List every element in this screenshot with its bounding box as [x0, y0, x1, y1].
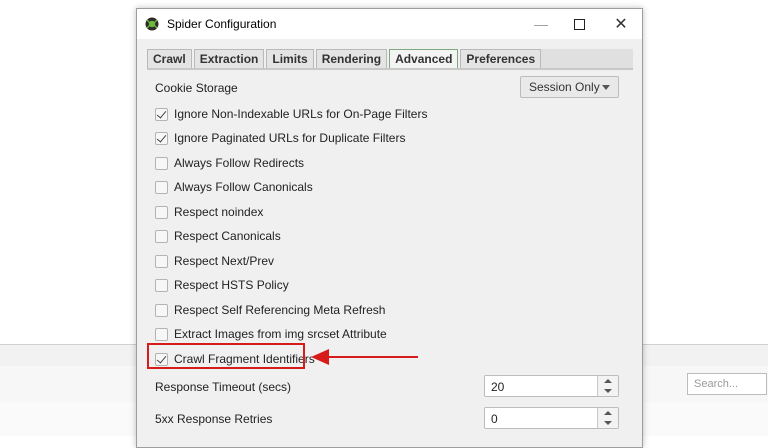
option-label: Always Follow Canonicals [174, 180, 313, 194]
option-respect-next-prev[interactable]: Respect Next/Prev [155, 254, 274, 268]
spin-up-icon[interactable] [604, 379, 612, 383]
checkbox[interactable] [155, 254, 168, 268]
option-label: Respect Next/Prev [174, 254, 275, 268]
tab-rendering[interactable]: Rendering [315, 49, 388, 68]
checkbox[interactable] [155, 156, 168, 170]
option-respect-meta-refresh[interactable]: Respect Self Referencing Meta Refresh [155, 303, 385, 317]
option-ignore-paginated[interactable]: Ignore Paginated URLs for Duplicate Filt… [155, 131, 405, 145]
option-label: Ignore Paginated URLs for Duplicate Filt… [174, 131, 406, 145]
chevron-down-icon [602, 85, 610, 90]
option-label: Always Follow Redirects [174, 156, 305, 170]
spider-icon [145, 17, 159, 31]
window-title: Spider Configuration [167, 17, 277, 31]
option-label: Respect noindex [174, 205, 264, 219]
spin-down-icon[interactable] [604, 389, 612, 393]
checkbox[interactable] [155, 107, 168, 121]
option-label: Respect Canonicals [174, 229, 281, 243]
spin-down-icon[interactable] [604, 421, 612, 425]
tab-limits[interactable]: Limits [266, 49, 314, 68]
retries-5xx-spinner[interactable]: 0 [484, 407, 619, 429]
option-always-follow-canonicals[interactable]: Always Follow Canonicals [155, 180, 313, 194]
close-icon: ✕ [614, 16, 628, 33]
cookie-storage-row: Cookie Storage [155, 81, 238, 95]
highlight-box [147, 343, 305, 369]
cookie-storage-value: Session Only [529, 80, 600, 94]
tab-crawl[interactable]: Crawl [147, 49, 192, 68]
close-button[interactable]: ✕ [599, 9, 643, 39]
tab-divider [147, 68, 633, 70]
tab-preferences[interactable]: Preferences [460, 49, 542, 68]
spider-configuration-dialog: Spider Configuration — ✕ Crawl Extractio… [136, 8, 643, 448]
annotation-arrow-line [327, 356, 418, 358]
maximize-button[interactable] [557, 9, 601, 39]
option-label: Respect HSTS Policy [174, 278, 289, 292]
response-timeout-row: Response Timeout (secs) [155, 380, 291, 394]
tab-bar: Crawl Extraction Limits Rendering Advanc… [147, 49, 543, 69]
checkbox[interactable] [155, 278, 168, 292]
checkbox[interactable] [155, 131, 168, 145]
cookie-storage-label: Cookie Storage [155, 81, 238, 95]
maximize-icon [573, 18, 585, 30]
retries-5xx-row: 5xx Response Retries [155, 412, 272, 426]
option-respect-canonicals[interactable]: Respect Canonicals [155, 229, 281, 243]
title-bar[interactable]: Spider Configuration — ✕ [137, 9, 642, 39]
response-timeout-label: Response Timeout (secs) [155, 380, 292, 394]
checkbox[interactable] [155, 180, 168, 194]
tab-advanced[interactable]: Advanced [389, 49, 459, 68]
response-timeout-spinner[interactable]: 20 [484, 375, 619, 397]
option-respect-hsts[interactable]: Respect HSTS Policy [155, 278, 289, 292]
checkbox[interactable] [155, 303, 168, 317]
option-label: Extract Images from img srcset Attribute [174, 327, 387, 341]
spinner-buttons[interactable] [597, 408, 618, 428]
minimize-icon: — [534, 16, 548, 32]
checkbox[interactable] [155, 205, 168, 219]
tab-extraction[interactable]: Extraction [193, 49, 265, 68]
retries-5xx-value[interactable]: 0 [491, 412, 498, 426]
option-extract-srcset[interactable]: Extract Images from img srcset Attribute [155, 327, 387, 341]
background-search-input[interactable]: Search... [687, 373, 767, 395]
spin-up-icon[interactable] [604, 411, 612, 415]
retries-5xx-label: 5xx Response Retries [155, 412, 273, 426]
checkbox[interactable] [155, 327, 168, 341]
cookie-storage-dropdown[interactable]: Session Only [520, 76, 619, 98]
option-ignore-non-indexable[interactable]: Ignore Non-Indexable URLs for On-Page Fi… [155, 107, 427, 121]
option-label: Respect Self Referencing Meta Refresh [174, 303, 386, 317]
option-always-follow-redirects[interactable]: Always Follow Redirects [155, 156, 304, 170]
option-respect-noindex[interactable]: Respect noindex [155, 205, 263, 219]
spinner-buttons[interactable] [597, 376, 618, 396]
response-timeout-value[interactable]: 20 [491, 380, 504, 394]
checkbox[interactable] [155, 229, 168, 243]
option-label: Ignore Non-Indexable URLs for On-Page Fi… [174, 107, 428, 121]
